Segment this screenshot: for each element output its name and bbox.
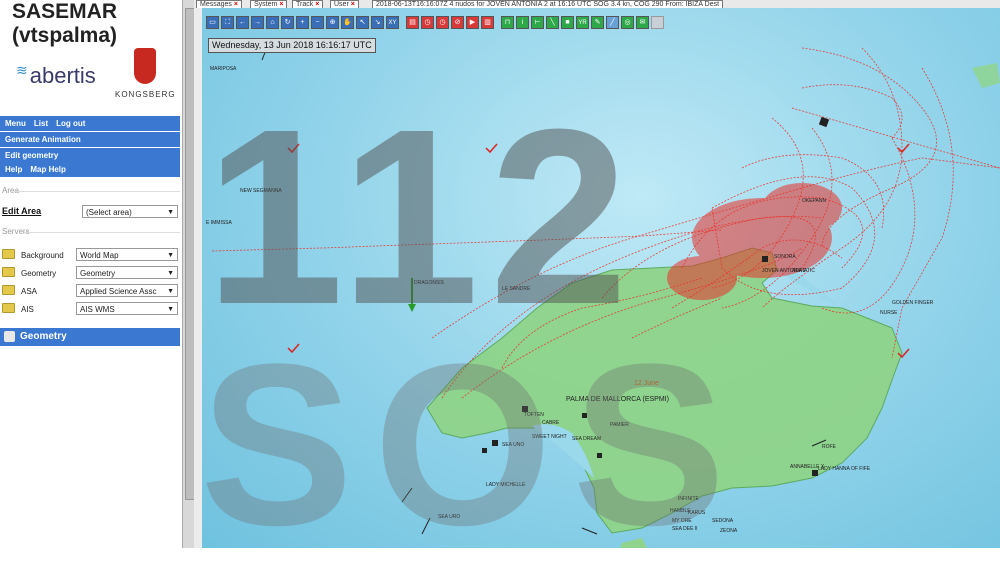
abertis-logo: ≋abertis bbox=[16, 62, 96, 88]
zoom-box-icon[interactable]: ⊕ bbox=[326, 16, 339, 29]
folder-icon bbox=[2, 267, 15, 277]
yr-icon[interactable]: YR bbox=[576, 16, 589, 29]
left-panel: SASEMAR (vtspalma) ≋abertis KONGSBERG Me… bbox=[0, 0, 182, 548]
folder-icon bbox=[2, 303, 15, 313]
chevron-down-icon: ▼ bbox=[167, 209, 174, 216]
tab-user[interactable]: User × bbox=[330, 0, 359, 8]
generate-animation-bar[interactable]: Generate Animation bbox=[0, 132, 180, 147]
background-select[interactable]: World Map ▼ bbox=[76, 248, 178, 261]
mail-icon[interactable]: ✉ bbox=[636, 16, 649, 29]
menu-bar: Menu List Log out bbox=[0, 116, 180, 131]
zoom-in-icon[interactable]: + bbox=[296, 16, 309, 29]
vessel-label[interactable]: OKEPANN bbox=[802, 198, 826, 204]
divider bbox=[24, 232, 180, 233]
play-icon[interactable]: ▶ bbox=[466, 16, 479, 29]
help-link[interactable]: Help bbox=[5, 165, 22, 174]
area-tool-icon[interactable]: ■ bbox=[561, 16, 574, 29]
folder-icon bbox=[2, 249, 15, 259]
asa-select[interactable]: Applied Science Assc ▼ bbox=[76, 284, 178, 297]
tab-track[interactable]: Track × bbox=[292, 0, 324, 8]
menorca-island bbox=[972, 63, 1000, 88]
chevron-down-icon: ▼ bbox=[167, 288, 174, 295]
list-link[interactable]: List bbox=[34, 119, 48, 128]
menu-link[interactable]: Menu bbox=[5, 119, 26, 128]
info-icon[interactable]: i bbox=[516, 16, 529, 29]
forward-arrow-icon[interactable]: → bbox=[251, 16, 264, 29]
app-title: SASEMAR (vtspalma) bbox=[12, 0, 118, 47]
pin-icon[interactable]: ✎ bbox=[591, 16, 604, 29]
vessel-label[interactable]: GOLDEN FINGER bbox=[892, 300, 933, 306]
server-row-asa: ASA bbox=[2, 285, 37, 296]
fullscreen-icon[interactable]: ⛶ bbox=[221, 16, 234, 29]
folder-icon bbox=[2, 285, 15, 295]
tab-status-message[interactable]: 2018-06-13T16:16:07Z 4 nudos for JOVEN A… bbox=[372, 0, 724, 8]
refresh-icon[interactable]: ↻ bbox=[281, 16, 294, 29]
track-icon[interactable]: ▥ bbox=[481, 16, 494, 29]
close-icon[interactable]: × bbox=[315, 1, 319, 8]
server-row-ais: AIS bbox=[2, 303, 34, 314]
kongsberg-crest-icon bbox=[134, 48, 156, 84]
chevron-down-icon: ▼ bbox=[167, 306, 174, 313]
record-icon[interactable]: ▤ bbox=[406, 16, 419, 29]
edit-geometry-bar[interactable]: Edit geometry bbox=[0, 148, 180, 163]
geometry-icon bbox=[4, 331, 15, 342]
close-icon[interactable]: × bbox=[234, 1, 238, 8]
vessel-label[interactable]: SONORA bbox=[774, 254, 796, 260]
select-pointer-icon[interactable]: ↖ bbox=[356, 16, 369, 29]
vessel-label[interactable]: NURSE bbox=[880, 310, 898, 316]
area-select[interactable]: (Select area) ▼ bbox=[82, 205, 178, 218]
history-icon[interactable]: ◷ bbox=[421, 16, 434, 29]
logout-link[interactable]: Log out bbox=[56, 119, 85, 128]
map-datetime: Wednesday, 13 Jun 2018 16:16:17 UTC bbox=[208, 38, 376, 53]
close-icon[interactable]: × bbox=[279, 1, 283, 8]
route-icon[interactable]: ⊢ bbox=[531, 16, 544, 29]
watermark-sos: SOS bbox=[200, 316, 746, 573]
coordinates-icon[interactable]: XY bbox=[386, 16, 399, 29]
vessel-label[interactable]: MARIPOSA bbox=[210, 66, 236, 72]
ruler-icon[interactable]: ╱ bbox=[606, 16, 619, 29]
server-row-geometry: Geometry bbox=[2, 267, 56, 278]
vessel-label[interactable]: ADRIATIC bbox=[792, 268, 815, 274]
measure-icon[interactable]: ↘ bbox=[371, 16, 384, 29]
home-icon[interactable]: ⌂ bbox=[266, 16, 279, 29]
vessel-label[interactable]: ROFE bbox=[822, 444, 836, 450]
vessel-label[interactable]: LADY HANNA OF FIFE bbox=[818, 466, 870, 472]
chevron-down-icon: ▼ bbox=[167, 270, 174, 277]
target-icon[interactable]: ◎ bbox=[621, 16, 634, 29]
server-row-background: Background bbox=[2, 249, 64, 260]
line-tool-icon[interactable]: ╲ bbox=[546, 16, 559, 29]
kongsberg-logo: KONGSBERG bbox=[115, 90, 176, 99]
back-arrow-icon[interactable]: ← bbox=[236, 16, 249, 29]
clock-icon[interactable]: ◷ bbox=[436, 16, 449, 29]
help-bar: Help Map Help bbox=[0, 162, 180, 177]
ais-select[interactable]: AIS WMS ▼ bbox=[76, 302, 178, 315]
stop-icon[interactable]: ⊘ bbox=[451, 16, 464, 29]
toggle-panel-icon[interactable]: ▭ bbox=[206, 16, 219, 29]
close-icon[interactable]: × bbox=[351, 1, 355, 8]
map-help-link[interactable]: Map Help bbox=[30, 165, 66, 174]
divider bbox=[14, 191, 180, 192]
blank-tool-icon[interactable] bbox=[651, 16, 664, 29]
watermark-112: 112 bbox=[205, 77, 639, 356]
geometry-panel-header[interactable]: Geometry bbox=[0, 328, 180, 346]
geometry-select[interactable]: Geometry ▼ bbox=[76, 266, 178, 279]
message-tab-strip: Messages × System × Track × User × 2018-06-1… bbox=[194, 0, 1000, 8]
tab-messages[interactable]: Messages × bbox=[196, 0, 242, 8]
pan-hand-icon[interactable]: ✋ bbox=[341, 16, 354, 29]
zoom-out-icon[interactable]: − bbox=[311, 16, 324, 29]
lock-icon[interactable]: ⊓ bbox=[501, 16, 514, 29]
edit-area-link[interactable]: Edit Area bbox=[2, 206, 41, 216]
tab-system[interactable]: System × bbox=[250, 0, 288, 8]
chevron-down-icon: ▼ bbox=[167, 252, 174, 259]
